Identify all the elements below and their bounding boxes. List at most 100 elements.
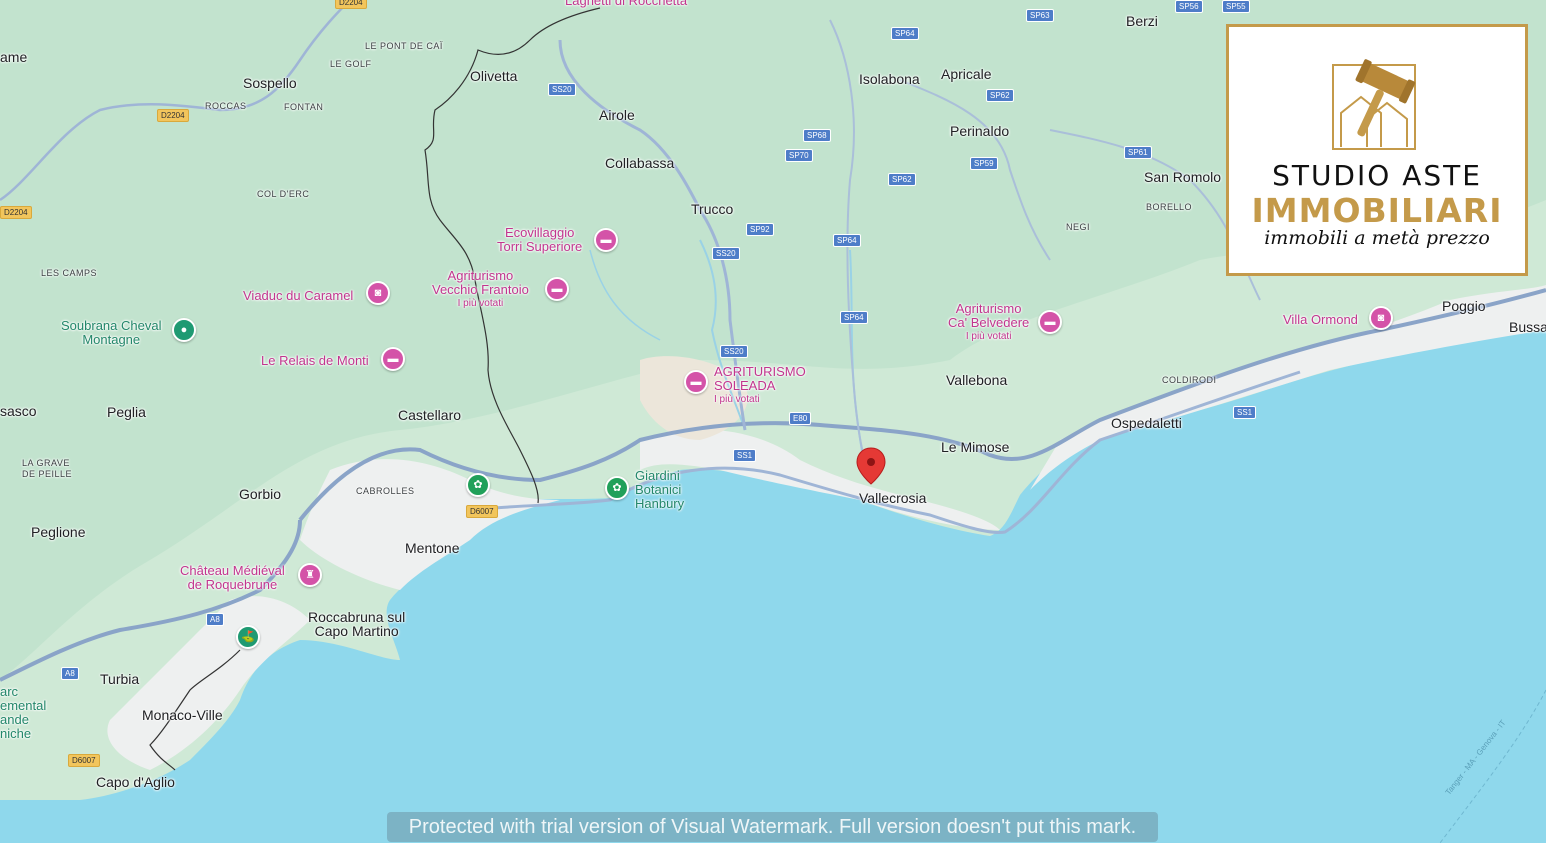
place-label: ame	[0, 49, 28, 65]
hotel-icon[interactable]: ▬	[381, 347, 405, 371]
place-label: LE GOLF	[330, 59, 372, 69]
place-label: NEGI	[1066, 222, 1091, 232]
ferry-route	[1439, 689, 1546, 843]
poi-ecovillaggio[interactable]: Ecovillaggio Torri Superiore	[497, 226, 582, 254]
place-label: Roccabruna sul Capo Martino	[308, 609, 406, 639]
road-shield: SS20	[548, 83, 576, 96]
road-shield: SS20	[720, 345, 748, 358]
hotel-icon[interactable]: ▬	[545, 277, 569, 301]
place-label: Trucco	[691, 201, 734, 217]
camera-icon[interactable]: ◙	[366, 281, 390, 305]
hotel-icon[interactable]: ▬	[684, 370, 708, 394]
place-label: COL D'ERC	[257, 189, 310, 199]
place-label: Ospedaletti	[1111, 415, 1182, 431]
road-shield: D2204	[157, 109, 189, 122]
poi-relais[interactable]: Le Relais de Monti	[261, 354, 369, 368]
poi-subtitle: I più votati	[457, 298, 504, 309]
park-icon[interactable]: ●	[172, 318, 196, 342]
studio-aste-logo: STUDIO ASTE IMMOBILIARI immobili a metà …	[1226, 24, 1528, 276]
place-label: Perinaldo	[950, 123, 1010, 139]
road-shield: E80	[789, 412, 812, 425]
watermark-banner: Protected with trial version of Visual W…	[387, 812, 1158, 842]
poi-title: Agriturismo Vecchio Frantoio	[432, 268, 529, 297]
place-label: Vallecrosia	[859, 490, 927, 506]
road-shield: SP64	[891, 27, 919, 40]
place-label: LES CAMPS	[41, 268, 98, 278]
poi-villa-ormond[interactable]: Villa Ormond	[1283, 313, 1358, 327]
place-label: FONTAN	[284, 102, 324, 112]
garden-icon[interactable]: ✿	[466, 473, 490, 497]
place-label: LA GRAVE DE PEILLE	[22, 458, 73, 479]
poi-soleada[interactable]: AGRITURISMO SOLEADA I più votati	[714, 365, 806, 407]
place-label: Castellaro	[398, 407, 462, 423]
place-label: CABROLLES	[356, 486, 415, 496]
road-shield: SS1	[733, 449, 757, 462]
road-shield: SP92	[746, 223, 774, 236]
road-shield: SP63	[1026, 9, 1054, 22]
road-shield: D2204	[0, 206, 32, 219]
place-label: BORELLO	[1146, 202, 1193, 212]
road-shield: SP64	[840, 311, 868, 324]
poi-hanbury[interactable]: Giardini Botanici Hanbury	[635, 469, 684, 511]
road-shield: SP62	[888, 173, 916, 186]
road-shield: D2204	[335, 0, 367, 9]
road-shield: SP55	[1222, 0, 1250, 13]
place-label: Peglione	[31, 524, 86, 540]
place-label: Monaco-Ville	[142, 707, 223, 723]
road-shield: SP61	[1124, 146, 1152, 159]
place-label: sasco	[0, 403, 37, 419]
place-label: Capo d'Aglio	[96, 774, 175, 790]
place-label: Lagnetti di Rocchetta	[565, 0, 688, 8]
road-shield: SS1	[1233, 406, 1257, 419]
place-label: COLDIRODI	[1162, 375, 1217, 385]
poi-subtitle: I più votati	[965, 331, 1012, 342]
place-label: Peglia	[107, 404, 146, 420]
road-shield: A8	[61, 667, 79, 680]
place-label: LE PONT DE CAÏ	[365, 41, 443, 51]
garden-icon[interactable]: ✿	[605, 476, 629, 500]
poi-soubrana[interactable]: Soubrana Cheval Montagne	[61, 319, 161, 347]
poi-title: AGRITURISMO SOLEADA	[714, 364, 806, 393]
road-shield: D6007	[68, 754, 100, 767]
road-shield: SP56	[1175, 0, 1203, 13]
camera-icon[interactable]: ◙	[1369, 306, 1393, 330]
poi-vecchio-frantoio[interactable]: Agriturismo Vecchio Frantoio I più votati	[432, 269, 529, 311]
place-label: Airole	[599, 107, 635, 123]
place-label: Isolabona	[859, 71, 920, 87]
poi-title: Agriturismo Ca' Belvedere	[948, 301, 1030, 330]
place-label: Mentone	[405, 540, 460, 556]
road-shield: SS20	[712, 247, 740, 260]
place-label: Vallebona	[946, 372, 1008, 388]
hotel-icon[interactable]: ▬	[594, 228, 618, 252]
road-shield: SP64	[833, 234, 861, 247]
place-label: Apricale	[941, 66, 992, 82]
road-shield: SP62	[986, 89, 1014, 102]
place-label: San Romolo	[1144, 169, 1222, 185]
road-shield: SP59	[970, 157, 998, 170]
poi-subtitle: I più votati	[714, 394, 760, 405]
road-shield: SP68	[803, 129, 831, 142]
road-shield: D6007	[466, 505, 498, 518]
logo-line-2: IMMOBILIARI	[1251, 191, 1503, 230]
place-label: Collabassa	[605, 155, 675, 171]
poi-belvedere[interactable]: Agriturismo Ca' Belvedere I più votati	[948, 302, 1029, 344]
place-label: Poggio	[1442, 298, 1486, 314]
poi-viaduc[interactable]: Viaduc du Caramel	[243, 289, 353, 303]
castle-icon[interactable]: ♜	[298, 563, 322, 587]
road-shield: A8	[206, 613, 224, 626]
place-label: Gorbio	[239, 486, 282, 502]
place-label: Olivetta	[470, 68, 518, 84]
logo-line-1: STUDIO ASTE	[1272, 159, 1482, 192]
hotel-icon[interactable]: ▬	[1038, 310, 1062, 334]
poi-chateau[interactable]: Château Médiéval de Roquebrune	[180, 564, 285, 592]
place-label: Berzi	[1126, 13, 1158, 29]
place-label: Le Mimose	[941, 439, 1010, 455]
place-label: Turbia	[100, 671, 140, 687]
place-label: Sospello	[243, 75, 297, 91]
place-label: arc emental ande niche	[0, 684, 47, 741]
road-shield: SP70	[785, 149, 813, 162]
place-label: Bussa	[1509, 319, 1546, 335]
place-label: ROCCAS	[205, 101, 247, 111]
golf-icon[interactable]: ⛳	[236, 625, 260, 649]
gavel-house-icon	[1332, 59, 1416, 150]
